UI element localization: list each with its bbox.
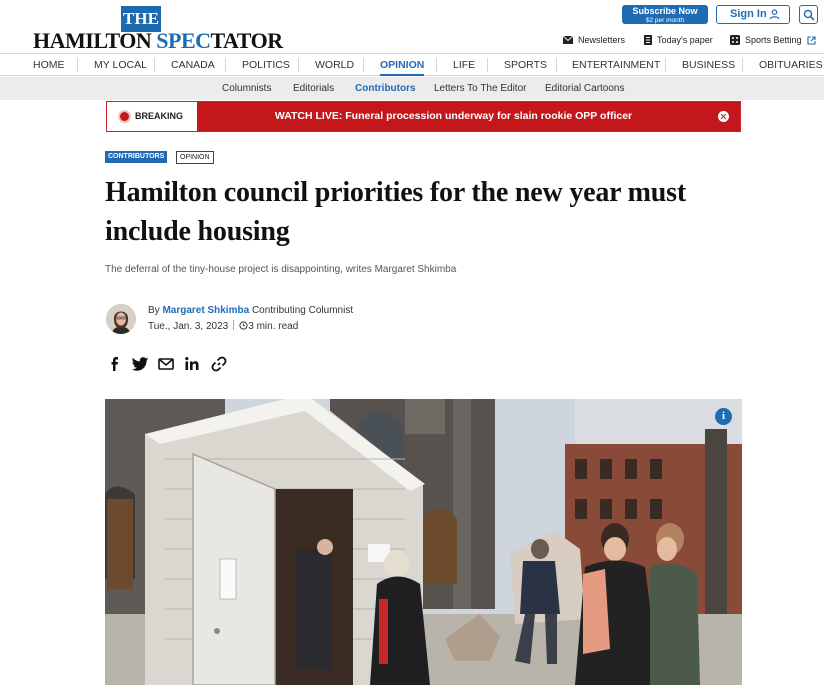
logo-part-2: SPEC [156,28,211,53]
subnav-item-editorials[interactable]: Editorials [293,77,334,100]
logo-part-1: HAMILTON [33,28,157,53]
logo-part-3: TATOR [210,28,284,53]
nav-divider [225,58,226,72]
search-icon [803,9,815,21]
subnav-item-columnists[interactable]: Columnists [222,77,271,100]
byline: By Margaret Shkimba Contributing Columni… [148,305,353,316]
nav-divider [77,58,78,72]
tag-opinion[interactable]: OPINION [176,151,214,164]
sign-in-label: Sign In [730,8,767,20]
dateline-divider [233,320,235,330]
sports-betting-label: Sports Betting [745,35,802,45]
todays-paper-link[interactable]: Today's paper [644,35,713,45]
article-dek: The deferral of the tiny-house project i… [105,264,457,275]
main-nav: HOME MY LOCAL CANADA POLITICS WORLD OPIN… [0,53,824,76]
hero-photo-illustration [105,399,742,685]
nav-item-opinion[interactable]: OPINION [380,54,425,76]
breaking-label-box: BREAKING [107,102,197,131]
search-button[interactable] [799,5,818,24]
article-title: Hamilton council priorities for the new … [105,177,686,247]
external-link-icon [806,35,816,45]
linkedin-icon [185,357,199,370]
nav-divider [436,58,437,72]
dice-icon [730,35,740,45]
nav-divider [742,58,743,72]
nav-divider [556,58,557,72]
share-email-button[interactable] [157,355,175,373]
nav-item-home[interactable]: HOME [33,54,65,76]
logo-wordmark: HAMILTON SPECTATOR [33,28,283,54]
user-icon [769,9,780,20]
subnav-item-cartoons[interactable]: Editorial Cartoons [545,77,624,100]
clock-icon [239,321,248,330]
facebook-icon [111,357,118,371]
author-link[interactable]: Margaret Shkimba [162,305,249,316]
site-logo[interactable]: THE HAMILTON SPECTATOR [33,6,283,53]
todays-paper-label: Today's paper [657,35,713,45]
subscribe-price: $2 per month [645,17,685,24]
tag-contributors[interactable]: CONTRIBUTORS [105,151,168,163]
link-icon [211,356,227,372]
nav-divider [298,58,299,72]
photo-info-icon[interactable]: i [715,408,732,425]
nav-item-world[interactable]: WORLD [315,54,354,76]
author-portrait [106,304,136,334]
subscribe-button[interactable]: Subscribe Now $2 per month [622,5,708,24]
dateline: Tue., Jan. 3, 2023 3 min. read [148,320,298,332]
share-twitter-button[interactable] [131,355,149,373]
nav-divider [363,58,364,72]
subscribe-label: Subscribe Now [632,6,698,16]
newspaper-icon [644,35,652,45]
sign-in-button[interactable]: Sign In [716,5,790,24]
nav-item-obituaries[interactable]: OBITUARIES [759,54,823,76]
subnav-item-letters[interactable]: Letters To The Editor [434,77,526,100]
subnav-item-contributors[interactable]: Contributors [355,77,416,100]
copy-link-button[interactable] [210,355,228,373]
breaking-label: BREAKING [135,111,184,121]
author-avatar[interactable] [106,304,136,334]
sports-betting-link[interactable]: Sports Betting [730,35,816,45]
hero-photo[interactable] [105,399,742,685]
nav-item-life[interactable]: LIFE [453,54,475,76]
nav-item-sports[interactable]: SPORTS [504,54,547,76]
share-facebook-button[interactable] [106,355,124,373]
nav-item-entertainment[interactable]: ENTERTAINMENT [572,54,660,76]
nav-divider [154,58,155,72]
opinion-sub-nav: Columnists Editorials Contributors Lette… [0,77,824,100]
publish-date: Tue., Jan. 3, 2023 [148,321,229,332]
newsletters-link[interactable]: Newsletters [563,35,625,45]
nav-divider [665,58,666,72]
nav-item-politics[interactable]: POLITICS [242,54,290,76]
nav-item-canada[interactable]: CANADA [171,54,215,76]
nav-divider [487,58,488,72]
envelope-icon [563,36,573,44]
twitter-icon [131,357,149,371]
share-linkedin-button[interactable] [183,355,201,373]
breaking-headline[interactable]: WATCH LIVE: Funeral procession underway … [197,102,710,131]
breaking-news-banner[interactable]: BREAKING WATCH LIVE: Funeral procession … [106,101,741,132]
nav-item-business[interactable]: BUSINESS [682,54,735,76]
read-time: 3 min. read [248,321,299,332]
newsletters-label: Newsletters [578,35,626,45]
close-icon[interactable] [718,111,729,122]
author-role: Contributing Columnist [251,305,354,316]
email-icon [158,358,174,370]
masthead: THE HAMILTON SPECTATOR Subscribe Now $2 … [0,0,824,53]
live-dot-icon [118,110,131,123]
nav-item-my-local[interactable]: MY LOCAL [94,54,147,76]
byline-prefix: By [148,305,160,316]
